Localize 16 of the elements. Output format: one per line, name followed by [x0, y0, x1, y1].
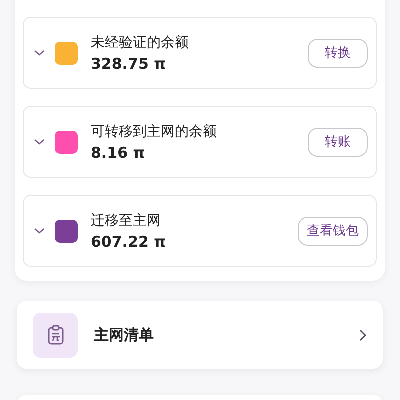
balance-label: 可转移到主网的余额 — [91, 122, 218, 140]
balance-label: 迁移至主网 — [91, 212, 162, 230]
menu-label: 主网清单 — [94, 326, 155, 344]
balance-amount: 8.16 π — [91, 144, 146, 162]
chevron-right-icon — [359, 328, 367, 342]
chevron-down-icon[interactable] — [34, 227, 45, 235]
action-button[interactable]: 查看钱包 — [298, 216, 368, 246]
chevron-down-icon[interactable] — [34, 138, 45, 146]
balance-amount: 607.22 π — [91, 232, 167, 250]
action-button[interactable]: 转账 — [308, 128, 368, 156]
balance-label: 未经验证的余额 — [91, 34, 190, 52]
action-button[interactable]: 转换 — [308, 38, 368, 68]
chevron-down-icon[interactable] — [34, 49, 45, 57]
balance-amount: 328.75 π — [91, 54, 167, 72]
clipboard-icon — [33, 312, 78, 358]
menu-card[interactable]: 主网清单 — [17, 301, 383, 369]
